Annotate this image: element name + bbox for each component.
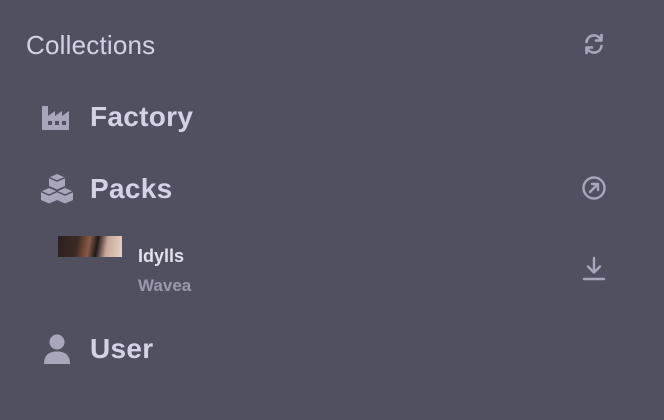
sidebar-item-label: Factory [90, 101, 194, 132]
sidebar-item-label: User [90, 333, 154, 364]
refresh-button[interactable] [580, 30, 608, 58]
open-packs-button[interactable] [580, 174, 608, 202]
user-icon [40, 332, 74, 366]
download-button[interactable] [580, 254, 608, 284]
sidebar-item-label: Packs [90, 173, 173, 204]
sidebar-item-user[interactable]: User [40, 329, 153, 369]
boxes-icon [40, 172, 74, 206]
pack-name: Idylls [138, 246, 185, 266]
sidebar-item-packs[interactable]: Packs [40, 169, 172, 209]
collections-panel: Collections Factory Packs Idylls Wavea U… [0, 0, 664, 420]
pack-author: Wavea [138, 276, 192, 295]
pack-thumbnail [58, 236, 122, 257]
pack-list-item[interactable]: Idylls Wavea [58, 236, 618, 300]
sidebar-item-factory[interactable]: Factory [40, 97, 193, 137]
open-external-icon [582, 176, 606, 200]
collections-title: Collections [26, 30, 156, 60]
download-icon [582, 256, 606, 281]
factory-icon [40, 100, 74, 134]
refresh-icon [585, 33, 603, 55]
